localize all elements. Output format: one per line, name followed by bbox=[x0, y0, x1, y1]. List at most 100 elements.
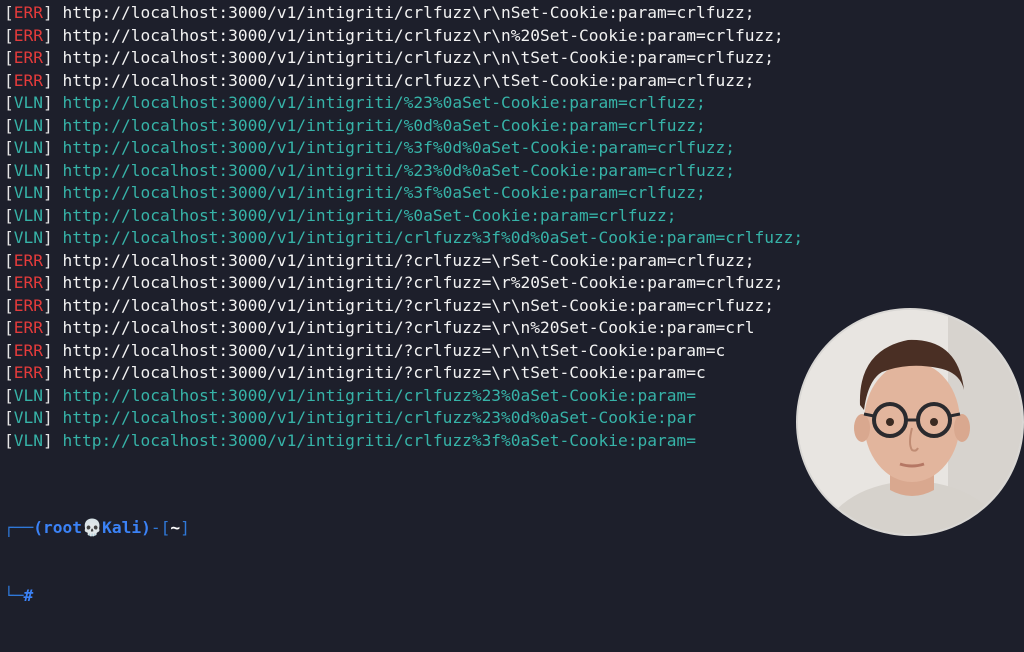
output-line: [ERR] http://localhost:3000/v1/intigriti… bbox=[4, 362, 803, 385]
status-bracket-close: ] bbox=[43, 138, 63, 157]
status-bracket-open: [ bbox=[4, 183, 14, 202]
status-tag: ERR bbox=[13, 250, 43, 270]
status-tag: ERR bbox=[13, 48, 43, 67]
tested-url: http://localhost:3000/v1/intigriti/?crlf… bbox=[62, 340, 726, 360]
output-line: [VLN] http://localhost:3000/v1/intigriti… bbox=[4, 385, 803, 408]
prompt-dash: - bbox=[150, 518, 161, 537]
tested-url: http://localhost:3000/v1/intigriti/?crlf… bbox=[62, 363, 706, 382]
output-line: [VLN] http://localhost:3000/v1/intigriti… bbox=[4, 430, 803, 453]
status-bracket-close: ] bbox=[43, 250, 63, 270]
status-bracket-open: [ bbox=[4, 160, 14, 180]
status-bracket-close: ] bbox=[43, 25, 63, 45]
status-bracket-close: ] bbox=[43, 205, 63, 225]
status-bracket-close: ] bbox=[43, 160, 63, 180]
tested-url: http://localhost:3000/v1/intigriti/%23%0… bbox=[62, 93, 706, 112]
status-bracket-close: ] bbox=[43, 115, 63, 135]
output-line: [ERR] http://localhost:3000/v1/intigriti… bbox=[4, 317, 803, 340]
status-bracket-close: ] bbox=[43, 318, 63, 337]
prompt-close-paren: ) bbox=[141, 518, 151, 537]
status-bracket-open: [ bbox=[4, 228, 14, 247]
tested-url: http://localhost:3000/v1/intigriti/?crlf… bbox=[62, 295, 774, 315]
status-bracket-open: [ bbox=[4, 340, 14, 360]
status-bracket-close: ] bbox=[43, 228, 63, 247]
status-bracket-close: ] bbox=[43, 273, 63, 292]
prompt-cwd-open: [ bbox=[160, 518, 171, 537]
status-tag: VLN bbox=[13, 160, 43, 180]
output-line: [VLN] http://localhost:3000/v1/intigriti… bbox=[4, 227, 803, 250]
status-tag: VLN bbox=[13, 430, 43, 450]
output-line: [ERR] http://localhost:3000/v1/intigriti… bbox=[4, 272, 803, 295]
status-bracket-close: ] bbox=[43, 430, 63, 450]
status-tag: VLN bbox=[13, 93, 43, 112]
tested-url: http://localhost:3000/v1/intigriti/crlfu… bbox=[62, 385, 696, 405]
status-bracket-close: ] bbox=[43, 385, 63, 405]
tested-url: http://localhost:3000/v1/intigriti/crlfu… bbox=[62, 3, 755, 22]
prompt-cwd-close: ] bbox=[180, 518, 190, 537]
prompt-user: root bbox=[43, 518, 82, 537]
status-bracket-open: [ bbox=[4, 430, 14, 450]
tested-url: http://localhost:3000/v1/intigriti/crlfu… bbox=[62, 408, 696, 427]
tested-url: http://localhost:3000/v1/intigriti/crlfu… bbox=[62, 70, 755, 90]
status-tag: ERR bbox=[13, 340, 43, 360]
prompt-cwd: ~ bbox=[170, 518, 181, 537]
tested-url: http://localhost:3000/v1/intigriti/?crlf… bbox=[62, 250, 755, 270]
tested-url: http://localhost:3000/v1/intigriti/%0d%0… bbox=[62, 115, 706, 135]
status-tag: ERR bbox=[13, 273, 43, 292]
output-line: [ERR] http://localhost:3000/v1/intigriti… bbox=[4, 295, 803, 318]
status-bracket-open: [ bbox=[4, 363, 14, 382]
output-line: [VLN] http://localhost:3000/v1/intigriti… bbox=[4, 182, 803, 205]
output-line: [ERR] http://localhost:3000/v1/intigriti… bbox=[4, 2, 803, 25]
tested-url: http://localhost:3000/v1/intigriti/crlfu… bbox=[62, 48, 774, 67]
status-bracket-open: [ bbox=[4, 138, 14, 157]
prompt-frame-bottom: └─ bbox=[4, 585, 24, 605]
output-line: [VLN] http://localhost:3000/v1/intigriti… bbox=[4, 137, 803, 160]
status-bracket-open: [ bbox=[4, 295, 14, 315]
tested-url: http://localhost:3000/v1/intigriti/%23%0… bbox=[62, 160, 735, 180]
status-tag: ERR bbox=[13, 363, 43, 382]
tested-url: http://localhost:3000/v1/intigriti/%3f%0… bbox=[62, 138, 735, 157]
status-tag: ERR bbox=[13, 25, 43, 45]
status-tag: VLN bbox=[13, 408, 43, 427]
status-bracket-close: ] bbox=[43, 183, 63, 202]
prompt-open-paren: ( bbox=[33, 518, 43, 537]
output-line: [VLN] http://localhost:3000/v1/intigriti… bbox=[4, 115, 803, 138]
status-bracket-open: [ bbox=[4, 93, 14, 112]
status-tag: VLN bbox=[13, 115, 43, 135]
status-bracket-close: ] bbox=[43, 408, 63, 427]
output-line: [ERR] http://localhost:3000/v1/intigriti… bbox=[4, 47, 803, 70]
output-line: [VLN] http://localhost:3000/v1/intigriti… bbox=[4, 407, 803, 430]
tested-url: http://localhost:3000/v1/intigriti/%0aSe… bbox=[62, 205, 677, 225]
status-bracket-close: ] bbox=[43, 93, 63, 112]
output-line: [VLN] http://localhost:3000/v1/intigriti… bbox=[4, 160, 803, 183]
status-bracket-close: ] bbox=[43, 3, 63, 22]
status-bracket-open: [ bbox=[4, 318, 14, 337]
tested-url: http://localhost:3000/v1/intigriti/?crlf… bbox=[62, 273, 784, 292]
status-bracket-open: [ bbox=[4, 70, 14, 90]
prompt-line-2: └─# bbox=[4, 585, 190, 608]
status-bracket-open: [ bbox=[4, 25, 14, 45]
status-tag: VLN bbox=[13, 183, 43, 202]
output-lines: [ERR] http://localhost:3000/v1/intigriti… bbox=[4, 2, 803, 452]
output-line: [ERR] http://localhost:3000/v1/intigriti… bbox=[4, 70, 803, 93]
terminal-window[interactable]: [ERR] http://localhost:3000/v1/intigriti… bbox=[0, 0, 1024, 605]
status-bracket-close: ] bbox=[43, 70, 63, 90]
status-bracket-open: [ bbox=[4, 48, 14, 67]
prompt-host: Kali bbox=[102, 518, 142, 537]
status-tag: ERR bbox=[13, 70, 43, 90]
status-tag: VLN bbox=[13, 385, 43, 405]
tested-url: http://localhost:3000/v1/intigriti/crlfu… bbox=[62, 25, 784, 45]
status-tag: VLN bbox=[13, 205, 43, 225]
skull-icon: 💀 bbox=[81, 518, 103, 537]
output-line: [ERR] http://localhost:3000/v1/intigriti… bbox=[4, 25, 803, 48]
shell-prompt[interactable]: ┌──(root💀Kali)-[~] └─# bbox=[4, 472, 190, 652]
status-bracket-open: [ bbox=[4, 385, 14, 405]
status-bracket-close: ] bbox=[43, 340, 63, 360]
status-tag: VLN bbox=[13, 228, 43, 247]
status-bracket-open: [ bbox=[4, 3, 14, 22]
tested-url: http://localhost:3000/v1/intigriti/crlfu… bbox=[62, 228, 804, 247]
status-bracket-open: [ bbox=[4, 205, 14, 225]
person-webcam-icon bbox=[798, 310, 1022, 534]
output-line: [VLN] http://localhost:3000/v1/intigriti… bbox=[4, 205, 803, 228]
status-tag: ERR bbox=[13, 3, 43, 22]
status-bracket-close: ] bbox=[43, 363, 63, 382]
